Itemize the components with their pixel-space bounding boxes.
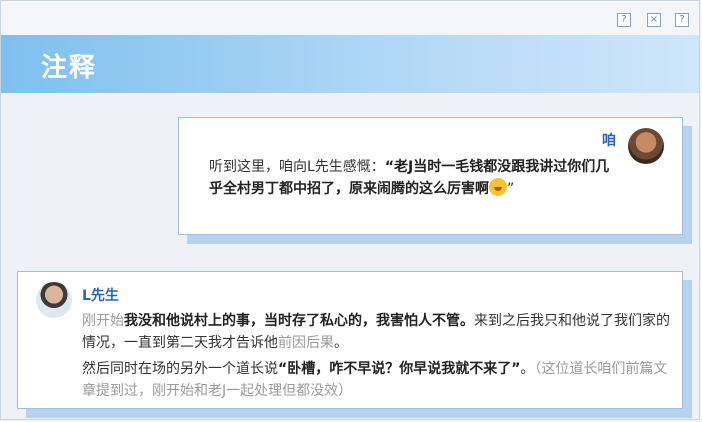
comment-segment: ”	[507, 181, 515, 197]
comment-card: 咱 听到这里，咱向L先生感慨：“老J当时一毛钱都没跟我讲过你们几乎全村男丁都中招…	[178, 117, 683, 235]
close-icon[interactable]: ×	[647, 13, 661, 27]
avatar[interactable]	[36, 282, 72, 318]
comment-card: L先生 刚开始我没和他说村上的事，当时存了私心的，我害怕人不管。来到之后我只和他…	[17, 271, 683, 409]
author-name[interactable]: 咱	[602, 130, 616, 150]
annotation-window: ? × ? 注释 咱 听到这里，咱向L先生感慨：“老J当时一毛钱都没跟我讲过你们…	[0, 0, 700, 420]
comment-segment: 。	[334, 335, 348, 351]
page-title: 注释	[41, 53, 98, 83]
avatar[interactable]	[628, 128, 664, 164]
laughing-emoji-icon	[489, 178, 507, 196]
author-name[interactable]: L先生	[82, 285, 119, 305]
comment-segment: “卧槽，咋不早说？你早说我就不来了”	[278, 361, 521, 377]
comment-text: 刚开始我没和他说村上的事，当时存了私心的，我害怕人不管。来到之后我只和他说了我们…	[82, 310, 672, 406]
comment-segment: 然后同时在场的另外一个道长说	[82, 361, 278, 377]
title-bar: ? × ?	[1, 1, 699, 35]
comment-text: 听到这里，咱向L先生感慨：“老J当时一毛钱都没跟我讲过你们几乎全村男丁都中招了，…	[209, 156, 619, 200]
comment-segment: 听到这里，咱向L先生感慨：	[209, 159, 385, 175]
comment-segment: 刚开始	[82, 313, 124, 329]
comment-segment: 。	[520, 361, 535, 377]
header-banner: 注释	[1, 35, 699, 93]
comment-segment: 前因后果	[278, 335, 334, 351]
comment-paragraph: 然后同时在场的另外一个道长说“卧槽，咋不早说？你早说我就不来了”。（这位道长咱们…	[82, 358, 672, 402]
help-icon[interactable]: ?	[617, 13, 631, 27]
comment-paragraph: 刚开始我没和他说村上的事，当时存了私心的，我害怕人不管。来到之后我只和他说了我们…	[82, 310, 672, 354]
comment-segment: 我没和他说村上的事，当时存了私心的，我害怕人不管。	[124, 313, 474, 329]
help-icon-2[interactable]: ?	[675, 13, 689, 27]
